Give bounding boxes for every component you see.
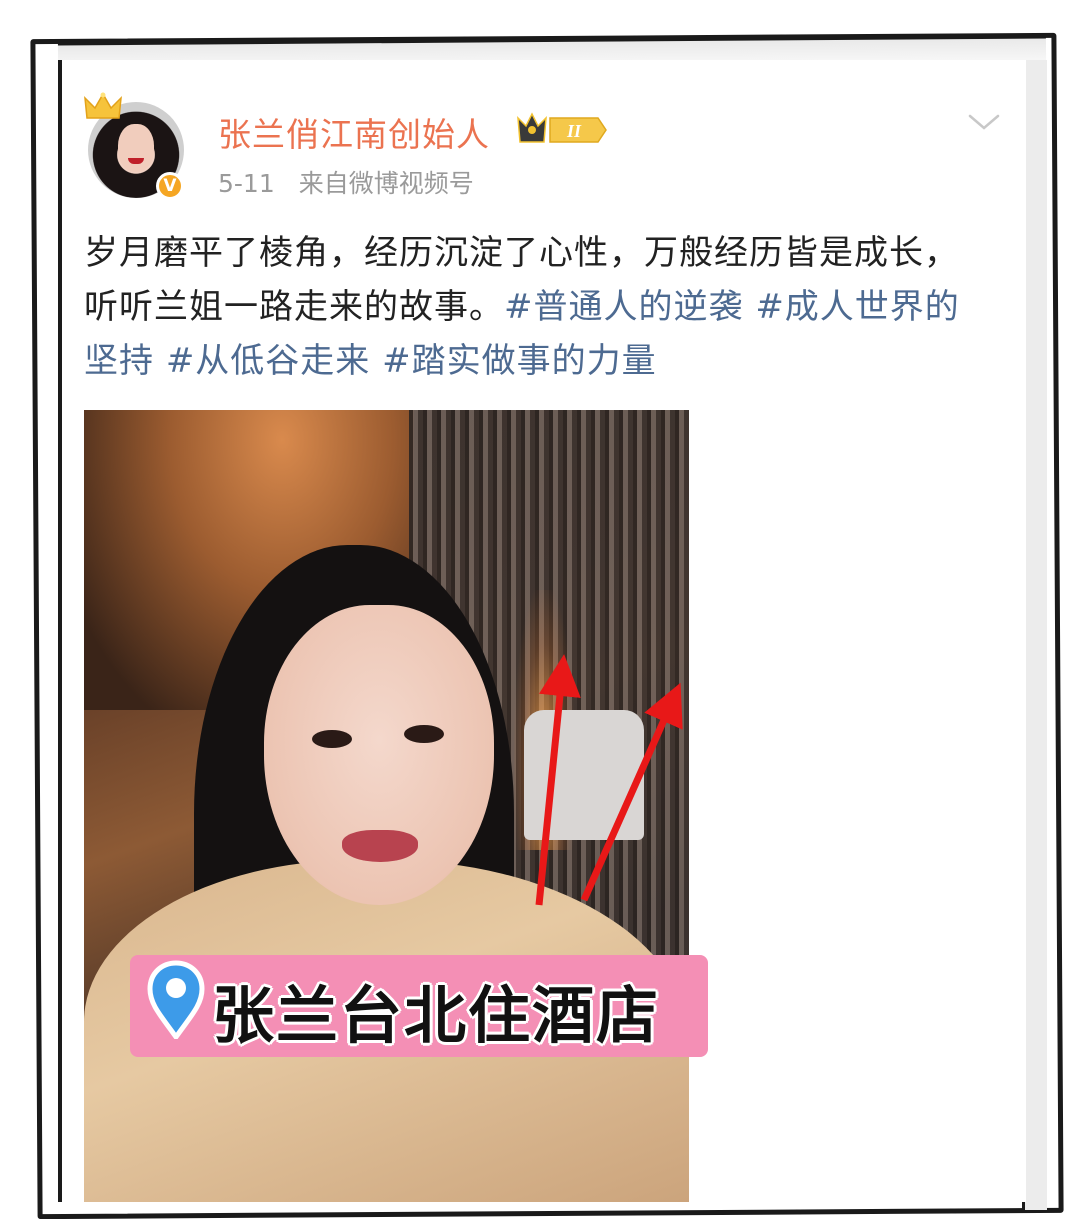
annotation-arrows	[535, 654, 683, 906]
post-meta: 5-11 来自微博视频号	[218, 164, 490, 200]
post-body: 岁月磨平了棱角，经历沉淀了心性，万般经历皆是成长，听听兰姐一路走来的故事。#普通…	[84, 226, 984, 388]
verified-badge-icon: V	[156, 172, 184, 200]
video-thumbnail[interactable]	[84, 410, 689, 1202]
author-avatar-area[interactable]: V	[84, 92, 188, 204]
red-arrow	[580, 682, 683, 902]
level-badge-icon[interactable]: II	[516, 112, 608, 148]
location-pin-icon	[147, 960, 205, 1039]
author-name[interactable]: 张兰俏江南创始人	[218, 108, 490, 156]
hashtag-link[interactable]: #从低谷走来	[166, 341, 371, 381]
level-badge-text: II	[566, 121, 582, 141]
crown-icon	[84, 92, 122, 119]
chevron-down-icon[interactable]	[966, 110, 1002, 134]
location-label: 张兰台北住酒店	[212, 979, 661, 1052]
red-arrow	[535, 654, 581, 906]
post-date: 5-11	[218, 169, 275, 198]
location-tag: 张兰台北住酒店	[130, 955, 708, 1057]
post-source[interactable]: 来自微博视频号	[299, 169, 474, 198]
hashtag-link[interactable]: #踏实做事的力量	[382, 341, 657, 381]
avatar-face	[118, 124, 154, 172]
hashtag-link[interactable]: #普通人的逆袭	[504, 287, 744, 327]
